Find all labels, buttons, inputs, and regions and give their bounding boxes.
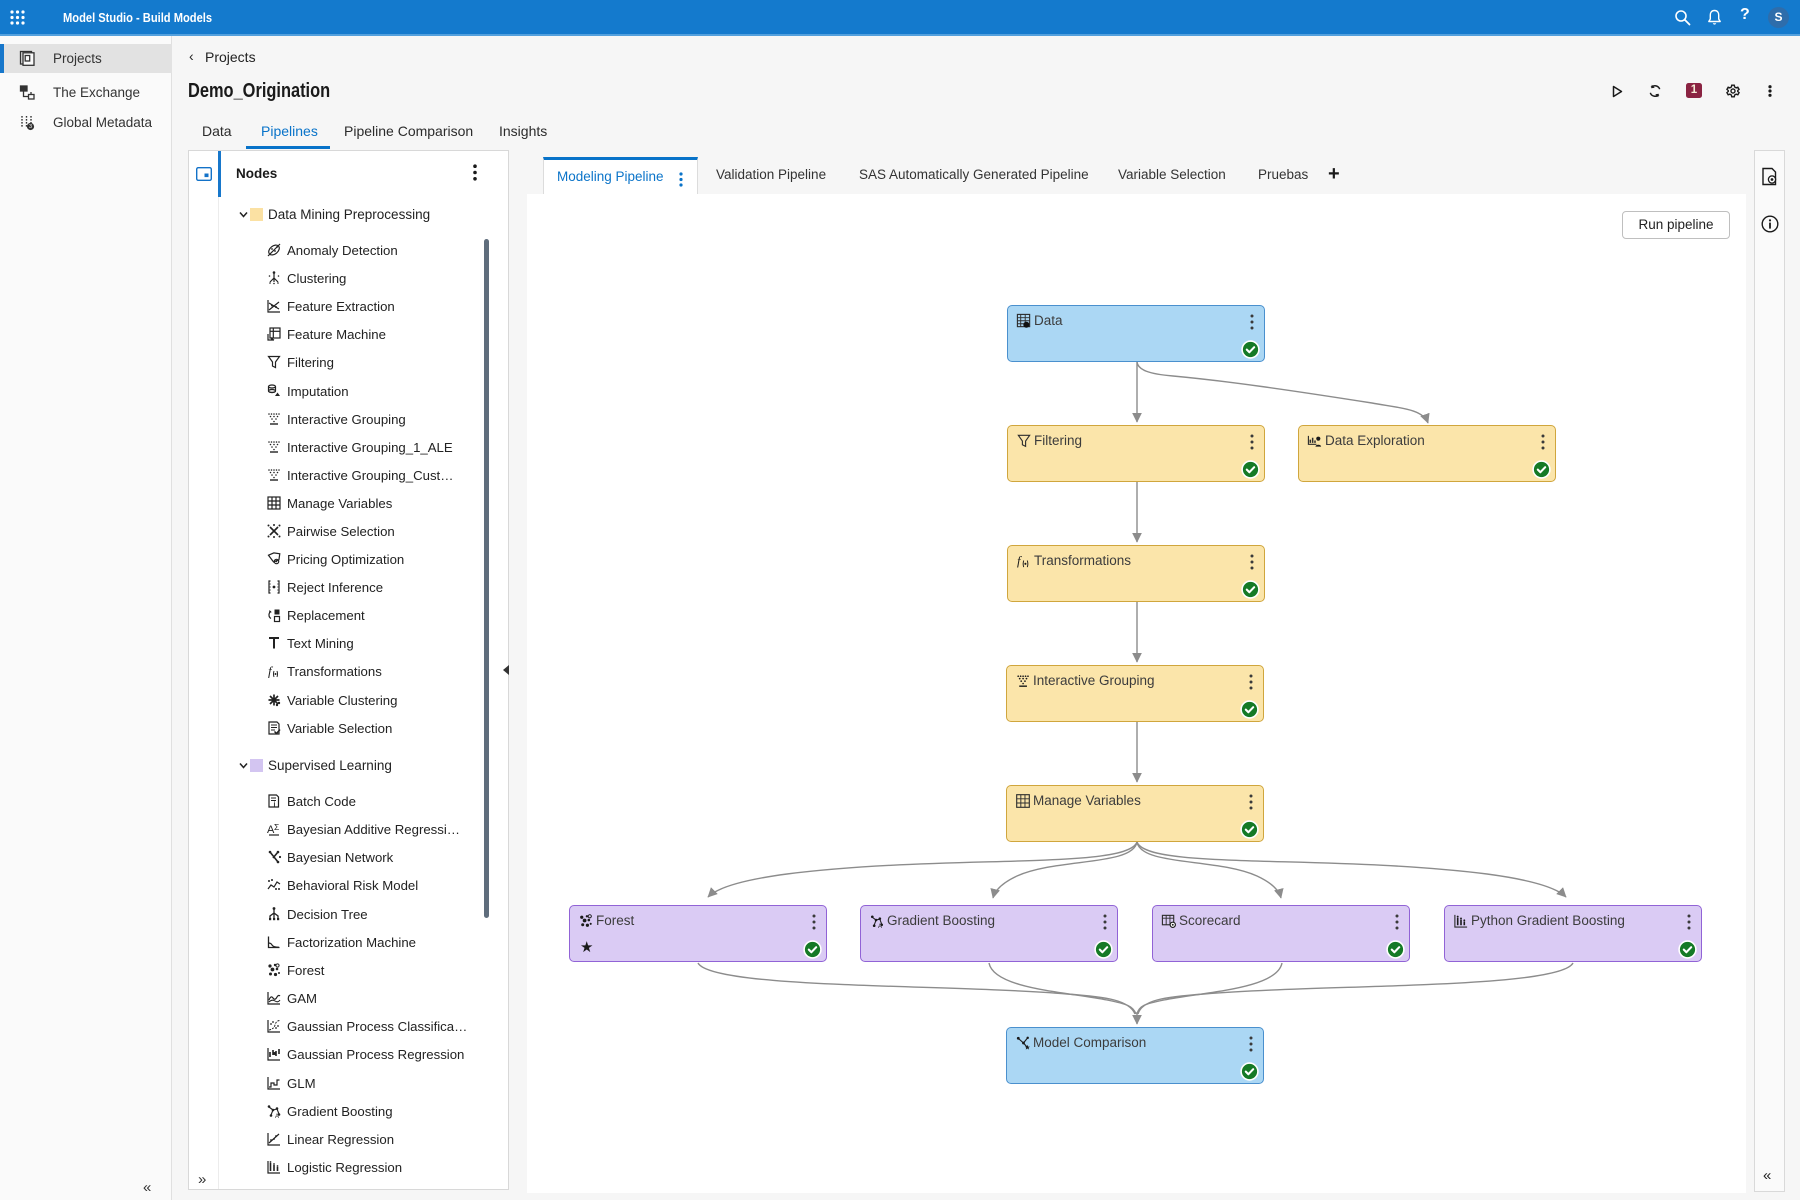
svg-text:Σ: Σ	[274, 822, 279, 832]
svg-text:3: 3	[29, 124, 32, 130]
svg-text:A: A	[275, 1114, 279, 1119]
svg-text:f: f	[268, 664, 274, 679]
svg-text:f: f	[1017, 554, 1022, 568]
svg-text:j: j	[273, 801, 276, 808]
